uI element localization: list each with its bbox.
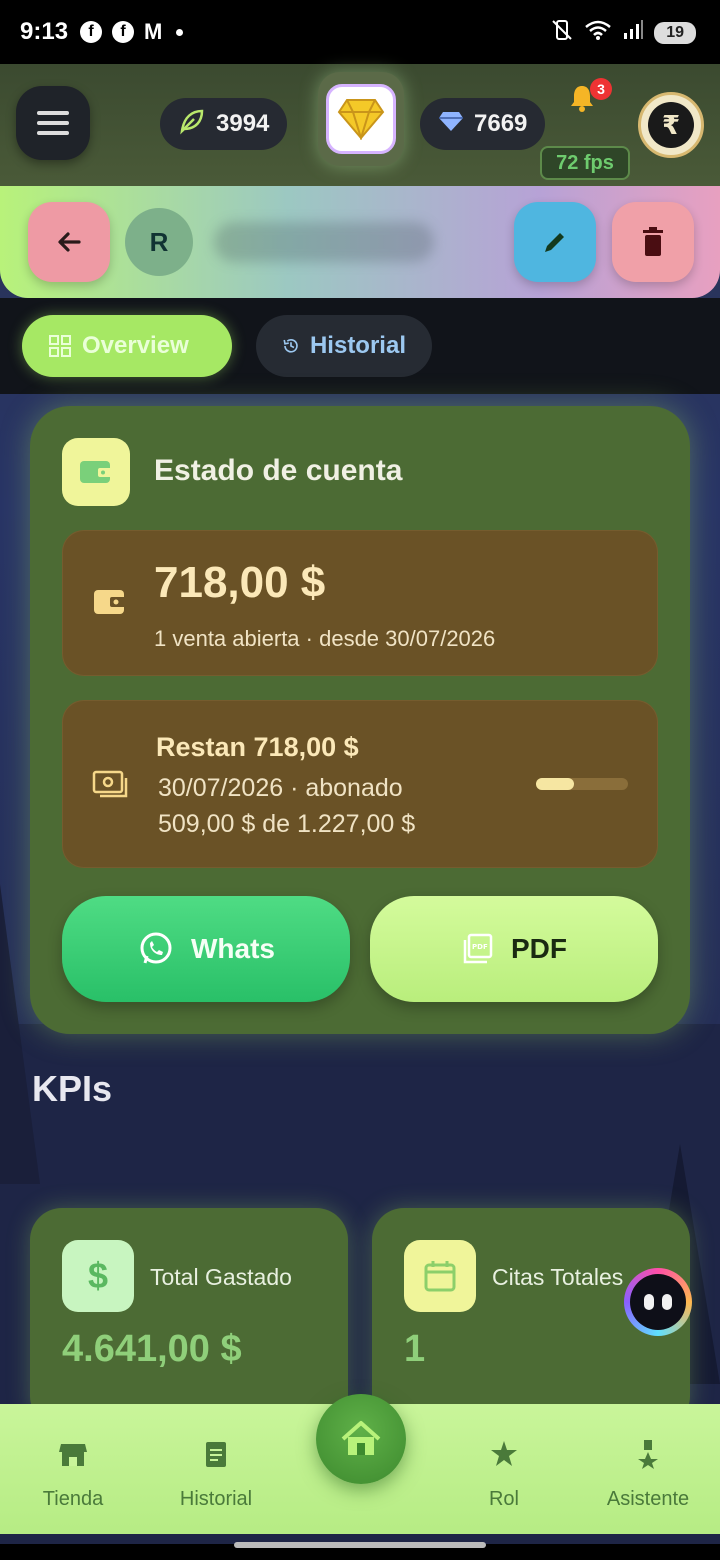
- nav-home-button[interactable]: [316, 1394, 406, 1484]
- kpi-value: 4.641,00 $: [62, 1328, 242, 1370]
- nav-label: Asistente: [606, 1488, 690, 1510]
- kpis-heading: KPIs: [32, 1068, 113, 1109]
- leaves-count: 3994: [216, 110, 270, 137]
- assistant-bot-button[interactable]: [624, 1268, 692, 1336]
- wallet-icon: [62, 438, 130, 506]
- wifi-icon: [584, 19, 612, 47]
- nav-label: Rol: [488, 1488, 519, 1510]
- leaf-icon: [178, 107, 206, 142]
- tab-overview[interactable]: Overview: [22, 315, 232, 377]
- balance-amount: 718,00 $: [154, 558, 326, 607]
- fps-indicator: 72 fps: [540, 146, 630, 180]
- balance-subtitle: 1 venta abierta · desde 30/07/2026: [154, 626, 496, 651]
- back-button[interactable]: [28, 202, 110, 282]
- nav-item-asistente[interactable]: Asistente: [583, 1434, 713, 1511]
- history-icon: [283, 339, 298, 353]
- kpi-label: Citas Totales: [492, 1264, 624, 1290]
- tab-historial[interactable]: Historial: [256, 315, 432, 377]
- nav-label: Historial: [179, 1488, 253, 1510]
- avatar-logo: ₹: [648, 102, 694, 148]
- status-time: 9:13: [20, 18, 69, 45]
- trash-icon: [643, 227, 663, 256]
- paid-amount: 509,00 $ de 1.227,00 $: [158, 810, 416, 838]
- account-statement-card: Estado de cuenta 718,00 $ 1 venta abiert…: [30, 406, 690, 1034]
- dollar-icon: $: [62, 1240, 134, 1312]
- edit-button[interactable]: [514, 202, 596, 282]
- gem-icon: [438, 110, 464, 139]
- kpi-value: 1: [404, 1328, 426, 1370]
- receipt-icon: [151, 1434, 281, 1474]
- signal-icon: [622, 19, 644, 47]
- tabs-bar: Overview Historial: [0, 298, 720, 394]
- nav-label: Tienda: [42, 1488, 104, 1510]
- battery-indicator: 19: [654, 22, 696, 44]
- leaves-counter[interactable]: 3994: [160, 98, 288, 150]
- payment-date: 30/07/2026 · abonado: [158, 774, 403, 802]
- kpi-card-total-spent: $ Total Gastado 4.641,00 $: [30, 1208, 348, 1428]
- cash-icon: [92, 770, 130, 805]
- client-profile-bar: R: [0, 186, 720, 298]
- remaining-box: Restan 718,00 $ 30/07/2026 · abonado 509…: [62, 700, 658, 868]
- nav-item-historial[interactable]: Historial: [151, 1434, 281, 1511]
- bottom-navigation: Tienda Historial Rol Asistente: [0, 1394, 720, 1534]
- pencil-icon: [545, 233, 564, 252]
- arrow-left-icon: [58, 232, 81, 252]
- status-bar: 9:13 f f M 19: [0, 0, 720, 64]
- client-name-blurred: [214, 222, 434, 262]
- tab-historial-label: Historial: [309, 332, 406, 359]
- menu-icon: [37, 111, 69, 135]
- store-icon: [8, 1434, 138, 1474]
- kpi-label: Total Gastado: [150, 1264, 292, 1290]
- star-badge-icon: [439, 1434, 569, 1474]
- notification-badge: 3: [590, 78, 612, 100]
- vibrate-mute-icon: [550, 18, 574, 48]
- gmail-icon: M: [144, 19, 163, 44]
- wallet-icon: [92, 586, 128, 623]
- payment-progress-bar: [536, 778, 628, 790]
- medal-icon: [583, 1434, 713, 1474]
- bot-face-icon: [630, 1274, 686, 1330]
- tab-overview-label: Overview: [82, 332, 189, 359]
- delete-button[interactable]: [612, 202, 694, 282]
- account-title: Estado de cuenta: [154, 454, 403, 487]
- gems-count: 7669: [474, 110, 528, 137]
- payment-progress-fill: [536, 778, 575, 790]
- remaining-amount: Restan 718,00 $: [156, 732, 359, 762]
- client-avatar: R: [125, 208, 193, 276]
- dot-icon: [176, 28, 184, 36]
- facebook-icon: f: [112, 21, 135, 43]
- pdf-icon: PDF: [463, 933, 493, 964]
- pdf-label: PDF: [511, 933, 567, 964]
- home-icon: [341, 1421, 381, 1455]
- whatsapp-label: Whats: [191, 933, 275, 964]
- calendar-icon: [404, 1240, 476, 1312]
- user-avatar[interactable]: ₹: [638, 92, 704, 158]
- menu-button[interactable]: [16, 86, 90, 160]
- nav-item-rol[interactable]: Rol: [439, 1434, 569, 1511]
- pdf-button[interactable]: PDF PDF: [370, 896, 658, 1002]
- svg-text:PDF: PDF: [472, 943, 488, 951]
- grid-icon: [49, 335, 71, 357]
- nav-item-tienda[interactable]: Tienda: [8, 1434, 138, 1511]
- gems-counter[interactable]: 7669: [420, 98, 546, 150]
- whatsapp-button[interactable]: Whats: [62, 896, 350, 1002]
- balance-box: 718,00 $ 1 venta abierta · desde 30/07/2…: [62, 530, 658, 676]
- whatsapp-icon: [140, 932, 172, 964]
- premium-diamond-button[interactable]: [318, 72, 404, 166]
- diamond-icon: [326, 84, 396, 154]
- facebook-icon: f: [80, 21, 103, 43]
- gesture-navigation-bar[interactable]: [234, 1542, 486, 1548]
